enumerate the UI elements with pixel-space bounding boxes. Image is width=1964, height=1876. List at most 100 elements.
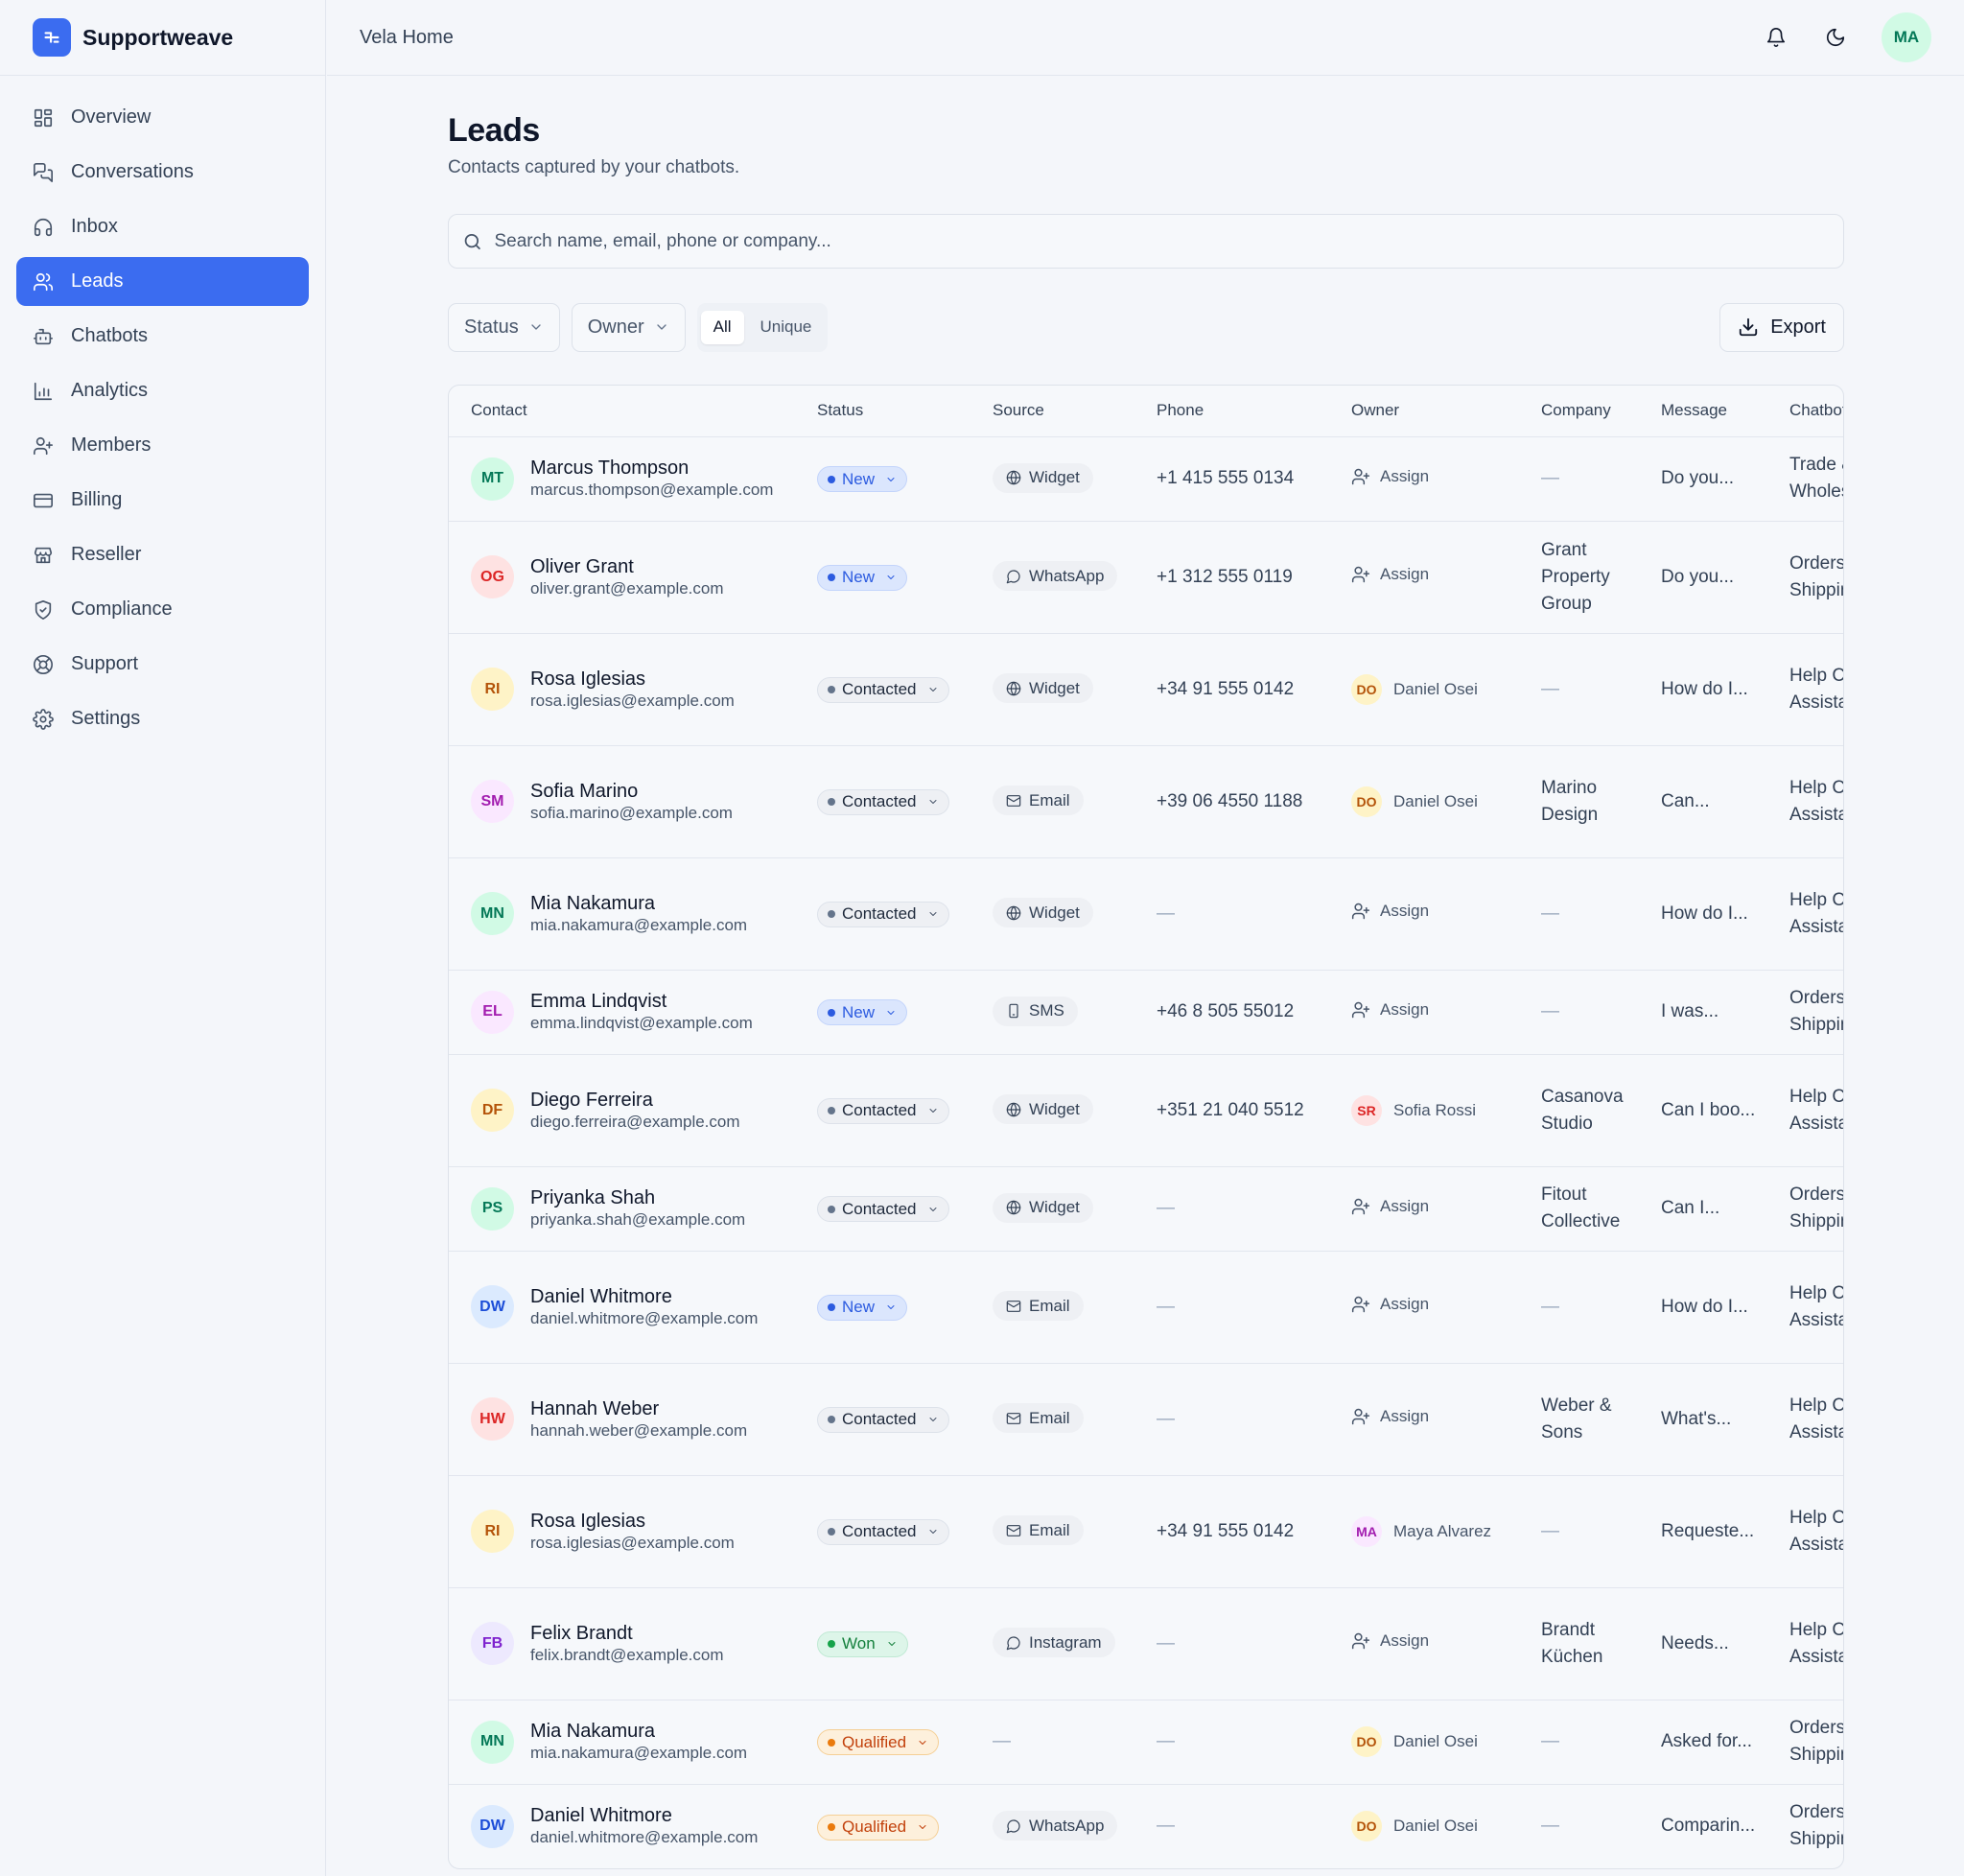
status-badge[interactable]: New — [817, 999, 908, 1026]
table-row[interactable]: DW Daniel Whitmore daniel.whitmore@examp… — [449, 1250, 1843, 1363]
owner[interactable]: DO Daniel Osei — [1351, 1726, 1478, 1757]
assign-button[interactable]: Assign — [1351, 898, 1429, 925]
contact[interactable]: SM Sofia Marino sofia.marino@example.com — [471, 780, 795, 824]
assign-button[interactable]: Assign — [1351, 1291, 1429, 1318]
phone-value: +351 21 040 5512 — [1157, 1099, 1304, 1120]
sidebar-item-reseller[interactable]: Reseller — [16, 530, 309, 579]
owner-name: Daniel Osei — [1393, 791, 1478, 810]
status-badge[interactable]: Qualified — [817, 1729, 940, 1756]
status-badge[interactable]: Contacted — [817, 1097, 949, 1124]
status-cell: Qualified — [795, 1699, 970, 1784]
table-row[interactable]: MT Marcus Thompson marcus.thompson@examp… — [449, 435, 1843, 521]
owner[interactable]: SR Sofia Rossi — [1351, 1094, 1476, 1126]
status-badge[interactable]: New — [817, 564, 908, 591]
table-row[interactable]: PS Priyanka Shah priyanka.shah@example.c… — [449, 1165, 1843, 1251]
owner[interactable]: DO Daniel Osei — [1351, 1811, 1478, 1842]
contact[interactable]: PS Priyanka Shah priyanka.shah@example.c… — [471, 1186, 795, 1231]
sidebar-item-inbox[interactable]: Inbox — [16, 202, 309, 251]
status-badge[interactable]: Contacted — [817, 1196, 949, 1223]
table-row[interactable]: OG Oliver Grant oliver.grant@example.com… — [449, 520, 1843, 633]
status-badge[interactable]: Contacted — [817, 676, 949, 703]
company-value: Grant Property Group — [1541, 539, 1610, 614]
contact-name: Hannah Weber — [530, 1397, 660, 1419]
phone-cell: +46 8 505 55012 — [1134, 969, 1329, 1054]
status-badge[interactable]: New — [817, 466, 908, 493]
contact-name: Oliver Grant — [530, 555, 634, 577]
search-icon — [464, 233, 480, 249]
user-avatar[interactable]: MA — [1882, 12, 1931, 62]
contact[interactable]: MT Marcus Thompson marcus.thompson@examp… — [471, 457, 795, 501]
owner-filter[interactable]: Owner — [571, 302, 686, 352]
status-label: Qualified — [842, 1732, 907, 1751]
owner[interactable]: DO Daniel Osei — [1351, 673, 1478, 705]
contact[interactable]: RI Rosa Iglesias rosa.iglesias@example.c… — [471, 668, 795, 712]
table-row[interactable]: RI Rosa Iglesias rosa.iglesias@example.c… — [449, 1474, 1843, 1587]
table-row[interactable]: MN Mia Nakamura mia.nakamura@example.com… — [449, 1699, 1843, 1784]
sidebar-item-analytics[interactable]: Analytics — [16, 366, 309, 415]
status-dot — [828, 1640, 835, 1649]
status-filter[interactable]: Status — [448, 302, 560, 352]
sidebar-item-billing[interactable]: Billing — [16, 476, 309, 525]
contact[interactable]: DF Diego Ferreira diego.ferreira@example… — [471, 1089, 795, 1133]
toggle-all[interactable]: All — [700, 310, 744, 344]
sidebar-item-settings[interactable]: Settings — [16, 694, 309, 743]
assign-button[interactable]: Assign — [1351, 1628, 1429, 1654]
owner-avatar: DO — [1351, 673, 1382, 705]
contact[interactable]: FB Felix Brandt felix.brandt@example.com — [471, 1622, 795, 1666]
table-row[interactable]: SM Sofia Marino sofia.marino@example.com… — [449, 744, 1843, 857]
table-row[interactable]: FB Felix Brandt felix.brandt@example.com… — [449, 1586, 1843, 1700]
contact[interactable]: HW Hannah Weber hannah.weber@example.com — [471, 1397, 795, 1442]
status-badge[interactable]: Contacted — [817, 788, 949, 815]
table-row[interactable]: RI Rosa Iglesias rosa.iglesias@example.c… — [449, 632, 1843, 745]
owner[interactable]: MA Maya Alvarez — [1351, 1515, 1491, 1547]
table-row[interactable]: DF Diego Ferreira diego.ferreira@example… — [449, 1053, 1843, 1166]
export-button[interactable]: Export — [1719, 302, 1844, 352]
owner-cell: DO Daniel Osei — [1329, 744, 1519, 857]
assign-button[interactable]: Assign — [1351, 561, 1429, 588]
moon-icon[interactable] — [1822, 24, 1849, 51]
table-row[interactable]: MN Mia Nakamura mia.nakamura@example.com… — [449, 856, 1843, 970]
assign-button[interactable]: Assign — [1351, 1403, 1429, 1430]
status-badge[interactable]: Contacted — [817, 901, 949, 927]
contact[interactable]: RI Rosa Iglesias rosa.iglesias@example.c… — [471, 1510, 795, 1554]
status-badge[interactable]: New — [817, 1294, 908, 1321]
bell-icon[interactable] — [1763, 24, 1789, 51]
sidebar-item-overview[interactable]: Overview — [16, 93, 309, 142]
status-badge[interactable]: Won — [817, 1630, 908, 1657]
contact[interactable]: DW Daniel Whitmore daniel.whitmore@examp… — [471, 1285, 795, 1329]
search-input[interactable] — [494, 230, 1843, 252]
contact[interactable]: EL Emma Lindqvist emma.lindqvist@example… — [471, 990, 795, 1034]
status-badge[interactable]: Qualified — [817, 1814, 940, 1841]
source-cell: Widget — [970, 856, 1134, 970]
assign-button[interactable]: Assign — [1351, 463, 1429, 490]
contact[interactable]: OG Oliver Grant oliver.grant@example.com — [471, 555, 795, 599]
contact[interactable]: MN Mia Nakamura mia.nakamura@example.com — [471, 892, 795, 936]
owner-cell: Assign — [1329, 1250, 1519, 1363]
contact[interactable]: DW Daniel Whitmore daniel.whitmore@examp… — [471, 1804, 795, 1848]
workspace-name[interactable]: Vela Home — [360, 27, 454, 49]
source-chip: Widget — [993, 462, 1093, 493]
owner-cell: Assign — [1329, 856, 1519, 970]
contact-email: diego.ferreira@example.com — [530, 1112, 740, 1131]
table-row[interactable]: EL Emma Lindqvist emma.lindqvist@example… — [449, 969, 1843, 1054]
owner[interactable]: DO Daniel Osei — [1351, 786, 1478, 817]
status-badge[interactable]: Contacted — [817, 1518, 949, 1545]
message-cell: I was... — [1639, 969, 1767, 1054]
user-plus-icon — [1351, 1198, 1370, 1214]
table-row[interactable]: DW Daniel Whitmore daniel.whitmore@examp… — [449, 1783, 1843, 1868]
sidebar-item-chatbots[interactable]: Chatbots — [16, 312, 309, 361]
sidebar-item-leads[interactable]: Leads — [16, 257, 309, 306]
contact[interactable]: MN Mia Nakamura mia.nakamura@example.com — [471, 1720, 795, 1764]
assign-button[interactable]: Assign — [1351, 997, 1429, 1023]
owner-cell: DO Daniel Osei — [1329, 1699, 1519, 1784]
assign-button[interactable]: Assign — [1351, 1193, 1429, 1220]
toggle-unique[interactable]: Unique — [748, 311, 825, 344]
sidebar-item-conversations[interactable]: Conversations — [16, 148, 309, 197]
source-label: Widget — [1029, 903, 1080, 922]
sidebar-item-support[interactable]: Support — [16, 640, 309, 689]
sidebar-item-members[interactable]: Members — [16, 421, 309, 470]
sidebar-item-compliance[interactable]: Compliance — [16, 585, 309, 634]
status-badge[interactable]: Contacted — [817, 1406, 949, 1433]
brand[interactable]: Supportweave — [0, 0, 325, 76]
table-row[interactable]: HW Hannah Weber hannah.weber@example.com… — [449, 1362, 1843, 1475]
